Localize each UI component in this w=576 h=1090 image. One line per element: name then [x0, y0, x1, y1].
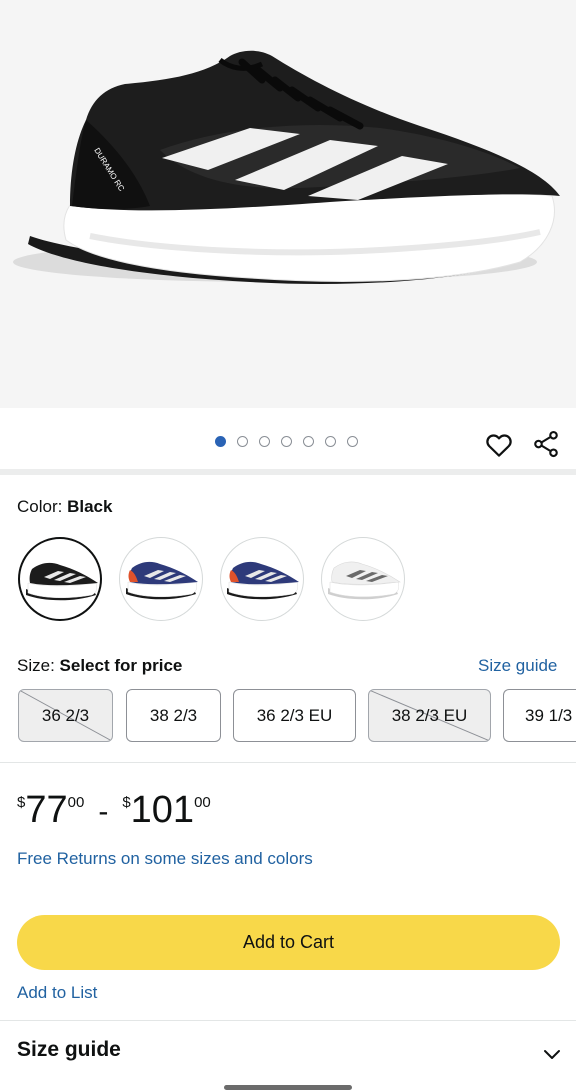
- pager-dot[interactable]: [237, 436, 248, 447]
- image-pager[interactable]: [215, 436, 358, 447]
- share-icon: [534, 430, 558, 458]
- selected-color: Black: [67, 497, 113, 516]
- size-guide-link[interactable]: Size guide: [478, 656, 557, 676]
- pager-dot[interactable]: [347, 436, 358, 447]
- price-range: $ 77 00 - $ 101 00: [17, 789, 211, 831]
- size-guide-expand[interactable]: [540, 1042, 564, 1066]
- divider: [0, 1020, 576, 1021]
- size-label: Size: Select for price: [17, 656, 183, 675]
- pager-dot[interactable]: [281, 436, 292, 447]
- heart-icon: [486, 434, 512, 457]
- pager-dot[interactable]: [215, 436, 226, 447]
- wishlist-button[interactable]: [484, 430, 514, 460]
- pager-dot[interactable]: [303, 436, 314, 447]
- size-option[interactable]: 39 1/3: [503, 689, 576, 742]
- add-to-cart-button[interactable]: Add to Cart: [17, 915, 560, 970]
- swatch-shoe-image: [26, 562, 98, 601]
- swatch-shoe-image: [328, 561, 401, 600]
- color-swatch-black[interactable]: [18, 537, 102, 621]
- chevron-down-icon: [544, 1050, 560, 1059]
- size-option-unavailable[interactable]: 36 2/3: [18, 689, 113, 742]
- color-swatch-navy-red[interactable]: [119, 537, 203, 621]
- size-option[interactable]: 38 2/3: [126, 689, 221, 742]
- share-button[interactable]: [531, 429, 561, 459]
- size-option[interactable]: 36 2/3 EU: [233, 689, 356, 742]
- size-guide-section-title[interactable]: Size guide: [17, 1038, 121, 1062]
- add-to-list-link[interactable]: Add to List: [17, 983, 97, 1003]
- color-swatch-white[interactable]: [321, 537, 405, 621]
- gallery-controls: [0, 408, 576, 470]
- color-swatch-navy-red-2[interactable]: [220, 537, 304, 621]
- free-returns-link[interactable]: Free Returns on some sizes and colors: [17, 849, 313, 869]
- color-label: Color: Black: [17, 497, 113, 516]
- swatch-shoe-image: [126, 561, 198, 600]
- product-image[interactable]: DURAMO RC: [0, 0, 576, 408]
- divider: [0, 762, 576, 763]
- swatch-shoe-image: [227, 561, 299, 600]
- home-indicator: [224, 1085, 352, 1090]
- size-option-unavailable[interactable]: 38 2/3 EU: [368, 689, 491, 742]
- pager-dot[interactable]: [259, 436, 270, 447]
- pager-dot[interactable]: [325, 436, 336, 447]
- section-divider: [0, 469, 576, 475]
- size-prompt: Select for price: [59, 656, 183, 675]
- shoe-image: DURAMO RC: [13, 50, 560, 284]
